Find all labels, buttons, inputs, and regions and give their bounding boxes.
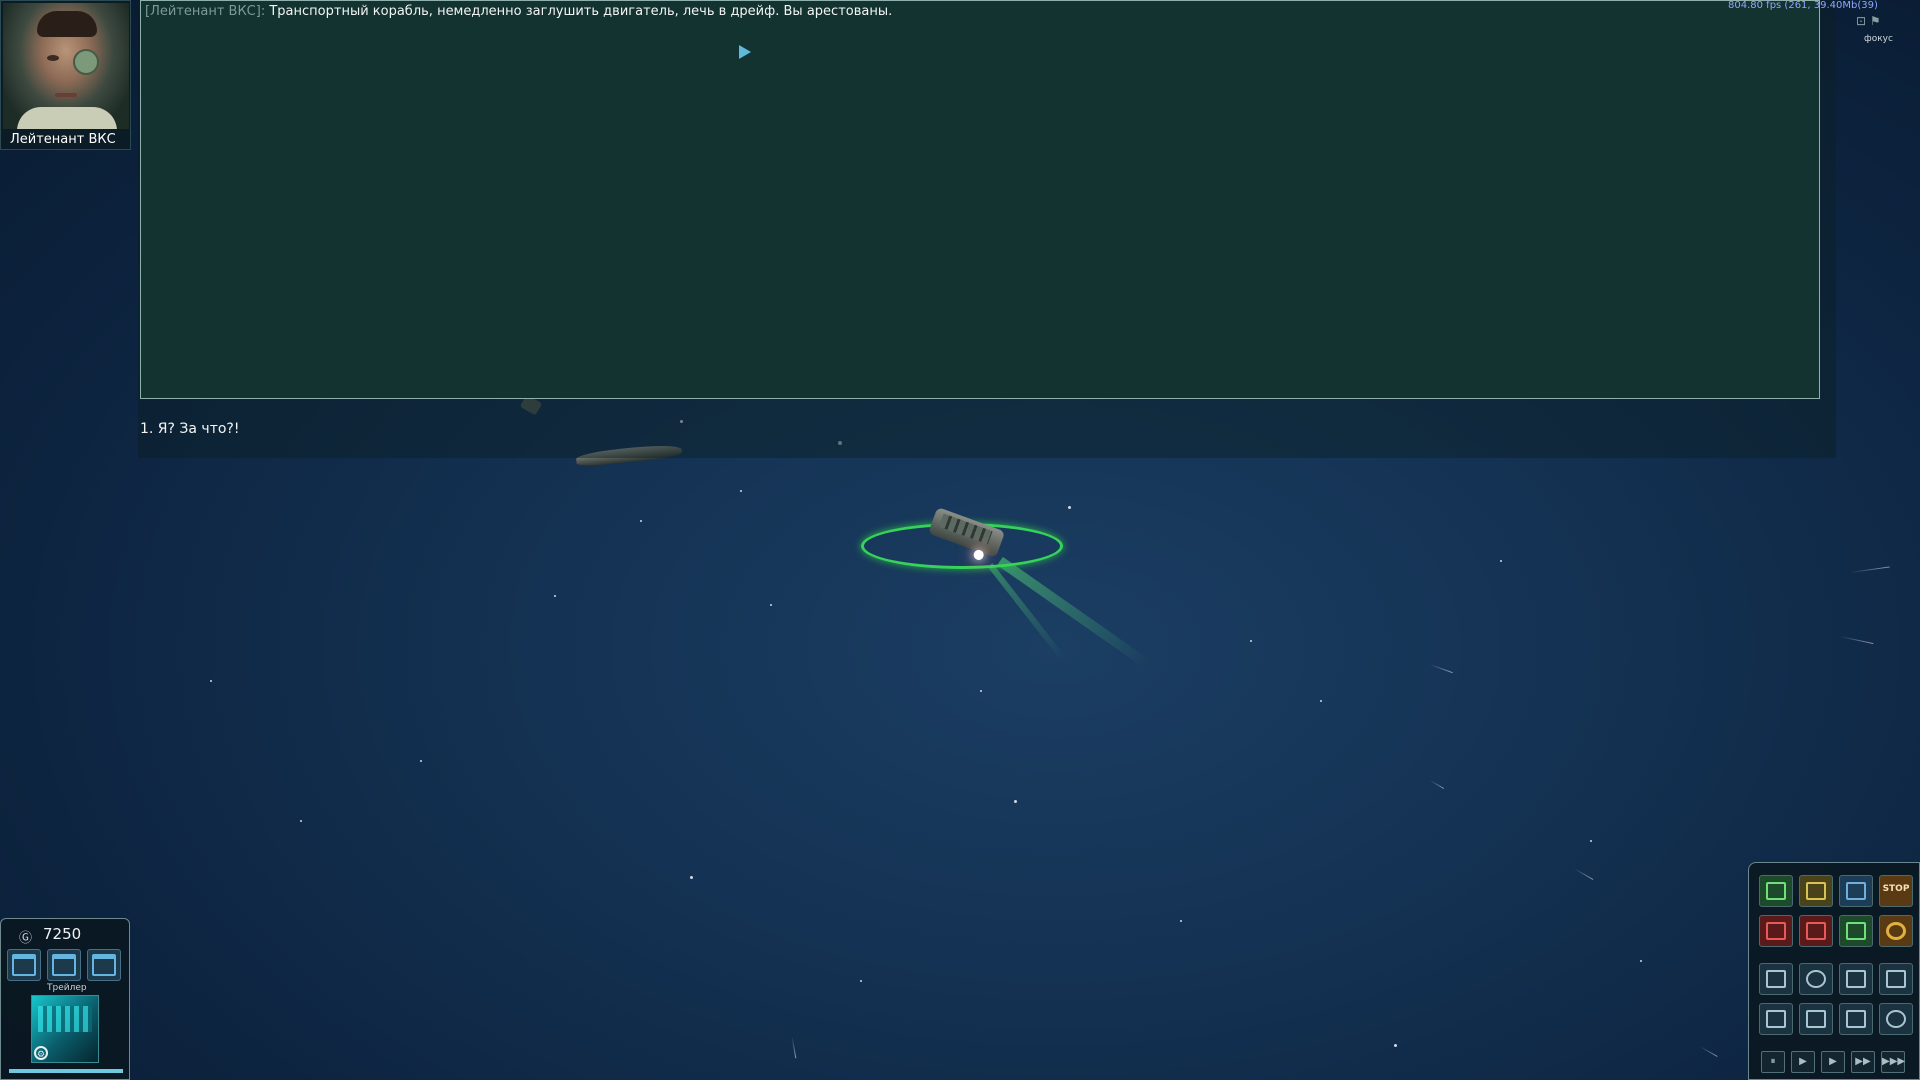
- flee-button[interactable]: [1799, 915, 1833, 947]
- cargo-panel: Ⓖ 7250 Трейлер ⚙: [0, 918, 130, 1080]
- gear-icon[interactable]: ⚙: [34, 1046, 48, 1060]
- mouse-cursor-icon: [739, 45, 751, 59]
- move-button[interactable]: [1759, 875, 1793, 907]
- portrait-mouth: [55, 93, 77, 97]
- dialog-message: Транспортный корабль, немедленно заглуши…: [269, 4, 893, 19]
- focus-button[interactable]: ⊡ ⚑ фокус: [1838, 10, 1918, 48]
- dialog-reply-option[interactable]: 1. Я? За что?!: [140, 421, 239, 437]
- money-value: 7250: [43, 925, 82, 943]
- trailer-move-button[interactable]: [7, 949, 41, 981]
- trailer-image-detail: [38, 1006, 92, 1032]
- trailer-undock-button[interactable]: [87, 949, 121, 981]
- dialog-line: [Лейтенант ВКС]: Транспортный корабль, н…: [145, 4, 892, 19]
- trailer-label: Трейлер: [47, 983, 87, 993]
- stop-label: STOP: [1882, 884, 1910, 894]
- coin-icon: Ⓖ: [19, 931, 33, 946]
- pause-button[interactable]: ⏸: [1761, 1051, 1785, 1073]
- portrait-hair: [37, 11, 97, 37]
- speed-1-button[interactable]: ▶: [1791, 1051, 1815, 1073]
- speed-4-button[interactable]: ▶▶▶: [1881, 1051, 1905, 1073]
- dialog-speaker-tag: [Лейтенант ВКС]:: [145, 4, 266, 19]
- list-button[interactable]: [1839, 963, 1873, 995]
- portrait-collar: [17, 107, 117, 129]
- portrait-eye: [47, 55, 59, 61]
- mail-button[interactable]: [1799, 1003, 1833, 1035]
- speaker-name: Лейтенант ВКС: [10, 132, 116, 147]
- search-button[interactable]: [1799, 963, 1833, 995]
- dock-button[interactable]: [1799, 875, 1833, 907]
- speed-3-button[interactable]: ▶▶: [1851, 1051, 1875, 1073]
- route-button[interactable]: [1879, 963, 1913, 995]
- trailer-image[interactable]: ⚙: [31, 995, 99, 1063]
- trailer-health-bar: [9, 1069, 123, 1073]
- log-button[interactable]: [1759, 1003, 1793, 1035]
- network-button[interactable]: [1879, 1003, 1913, 1035]
- trade-button[interactable]: [1839, 915, 1873, 947]
- attack-button[interactable]: [1759, 915, 1793, 947]
- portrait-cyber-eye: [73, 49, 99, 75]
- portrait-image: [3, 3, 129, 129]
- trailer-dock-button[interactable]: [47, 949, 81, 981]
- engine-trail: [997, 556, 1151, 669]
- speed-2-button[interactable]: ▶: [1821, 1051, 1845, 1073]
- cancel-button[interactable]: [1879, 915, 1913, 947]
- focus-label: фокус: [1864, 34, 1893, 44]
- order-panel: STOP ⏸ ▶ ▶ ▶▶ ▶▶▶: [1748, 862, 1920, 1080]
- stop-button[interactable]: STOP: [1879, 875, 1913, 907]
- tree-button[interactable]: [1839, 1003, 1873, 1035]
- focus-icon: ⊡ ⚑: [1856, 14, 1881, 28]
- energy-button[interactable]: [1759, 963, 1793, 995]
- undock-button[interactable]: [1839, 875, 1873, 907]
- dialog-text-box: [Лейтенант ВКС]: Транспортный корабль, н…: [140, 0, 1820, 399]
- speaker-portrait: Лейтенант ВКС: [0, 0, 131, 150]
